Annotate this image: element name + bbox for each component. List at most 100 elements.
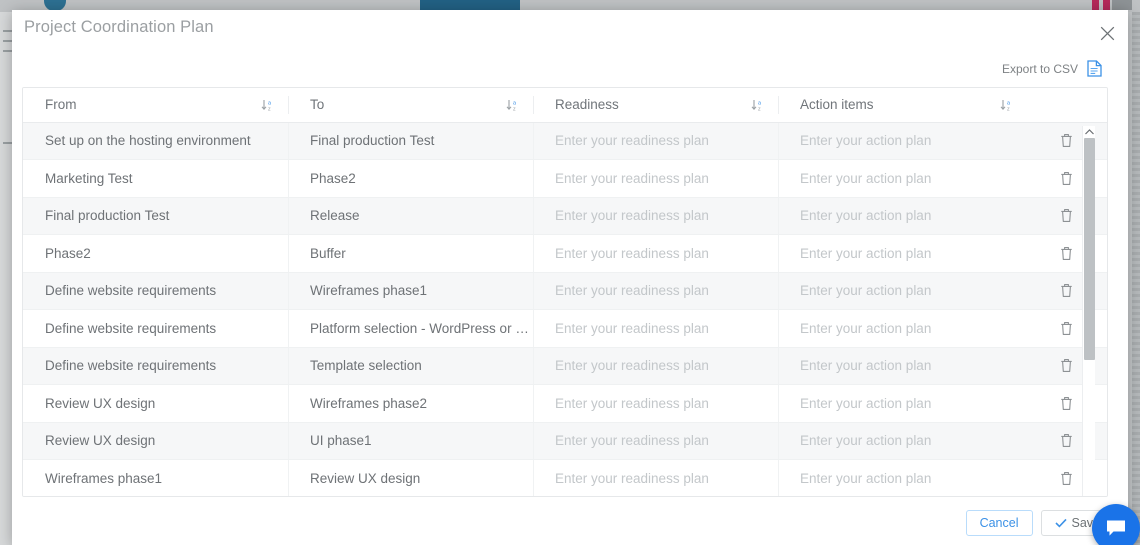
svg-text:z: z xyxy=(758,106,761,111)
cell-to: Wireframes phase1 xyxy=(288,272,533,310)
sort-az-icon[interactable]: a z xyxy=(506,98,519,112)
column-label-to: To xyxy=(310,97,325,113)
action-items-input[interactable]: Enter your action plan xyxy=(778,272,1023,310)
trash-icon[interactable] xyxy=(1053,390,1079,416)
close-icon[interactable] xyxy=(1094,20,1120,46)
trash-icon[interactable] xyxy=(1053,353,1079,379)
cell-from: Define website requirements xyxy=(23,347,288,385)
trash-icon[interactable] xyxy=(1053,278,1079,304)
table-row[interactable]: Final production Test Release Enter your r… xyxy=(23,197,1107,235)
trash-icon[interactable] xyxy=(1053,315,1079,341)
export-to-csv-button[interactable]: Export to CSV xyxy=(1002,60,1102,77)
column-header-readiness[interactable]: Readiness a z xyxy=(533,88,778,123)
coordination-table-element: From a z To a z Readiness a z Action ite… xyxy=(23,88,1107,496)
cancel-button[interactable]: Cancel xyxy=(965,510,1033,536)
table-row[interactable]: Define website requirements Wireframes ph… xyxy=(23,272,1107,310)
cell-to: Platform selection - WordPress or else xyxy=(288,309,533,348)
table-row[interactable]: Define website requirements Template sele… xyxy=(23,347,1107,385)
svg-text:a: a xyxy=(1007,100,1010,106)
trash-icon[interactable] xyxy=(1053,165,1079,191)
table-header: From a z To a z Readiness a z Action ite… xyxy=(23,88,1107,123)
svg-text:a: a xyxy=(758,100,761,106)
svg-text:z: z xyxy=(1007,106,1010,111)
readiness-input[interactable]: Enter your readiness plan xyxy=(533,234,778,273)
column-header-to[interactable]: To a z xyxy=(288,88,533,123)
action-items-input[interactable]: Enter your action plan xyxy=(778,234,1023,273)
cell-to: Phase2 xyxy=(288,159,533,198)
svg-text:z: z xyxy=(268,106,271,111)
dialog-title: Project Coordination Plan xyxy=(24,18,214,36)
readiness-input[interactable]: Enter your readiness plan xyxy=(533,459,778,496)
readiness-input[interactable]: Enter your readiness plan xyxy=(533,347,778,385)
table-header-row: From a z To a z Readiness a z Action ite… xyxy=(23,88,1107,123)
svg-text:a: a xyxy=(513,100,516,106)
scroll-up-arrow-icon[interactable] xyxy=(1083,126,1096,138)
chat-bubble-icon[interactable] xyxy=(1092,504,1140,545)
background-rail-tick xyxy=(3,50,12,52)
action-items-input[interactable]: Enter your action plan xyxy=(778,347,1023,385)
cell-to: Wireframes phase2 xyxy=(288,384,533,423)
trash-icon[interactable] xyxy=(1053,428,1079,454)
cell-to: Template selection xyxy=(288,347,533,385)
scrollbar-track[interactable] xyxy=(1083,138,1096,496)
cell-from: Define website requirements xyxy=(23,309,288,348)
column-header-action-items[interactable]: Action items a z xyxy=(778,88,1107,123)
action-items-input[interactable]: Enter your action plan xyxy=(778,459,1023,496)
action-items-input[interactable]: Enter your action plan xyxy=(778,309,1023,348)
cell-to: UI phase1 xyxy=(288,422,533,460)
cell-from: Review UX design xyxy=(23,422,288,460)
table-row[interactable]: Review UX design Wireframes phase2 Enter y… xyxy=(23,384,1107,423)
action-items-input[interactable]: Enter your action plan xyxy=(778,197,1023,235)
cell-from: Review UX design xyxy=(23,384,288,423)
trash-icon[interactable] xyxy=(1053,128,1079,154)
trash-icon[interactable] xyxy=(1053,203,1079,229)
readiness-input[interactable]: Enter your readiness plan xyxy=(533,272,778,310)
cell-from: Phase2 xyxy=(23,234,288,273)
table-row[interactable]: Phase2 Buffer Enter your readiness plan Ent… xyxy=(23,234,1107,273)
table-row[interactable]: Set up on the hosting environment Final p… xyxy=(23,122,1107,160)
table-scrollbar[interactable] xyxy=(1082,126,1096,496)
table-body: Set up on the hosting environment Final p… xyxy=(23,122,1107,496)
trash-icon[interactable] xyxy=(1053,465,1079,491)
cell-from: Final production Test xyxy=(23,197,288,235)
scrollbar-thumb[interactable] xyxy=(1084,138,1095,360)
readiness-input[interactable]: Enter your readiness plan xyxy=(533,122,778,160)
cell-from: Define website requirements xyxy=(23,272,288,310)
table-row[interactable]: Review UX design UI phase1 Enter your read… xyxy=(23,422,1107,460)
sort-az-icon[interactable]: a z xyxy=(751,98,764,112)
action-items-input[interactable]: Enter your action plan xyxy=(778,384,1023,423)
sort-az-icon[interactable]: a z xyxy=(261,98,274,112)
action-items-input[interactable]: Enter your action plan xyxy=(778,422,1023,460)
readiness-input[interactable]: Enter your readiness plan xyxy=(533,384,778,423)
readiness-input[interactable]: Enter your readiness plan xyxy=(533,422,778,460)
action-items-input[interactable]: Enter your action plan xyxy=(778,122,1023,160)
readiness-input[interactable]: Enter your readiness plan xyxy=(533,197,778,235)
cancel-button-label: Cancel xyxy=(979,516,1019,530)
background-rail-tick xyxy=(3,30,12,32)
project-coordination-plan-dialog: Project Coordination Plan Export to CSV xyxy=(12,10,1128,545)
sort-az-icon[interactable]: a z xyxy=(1000,98,1013,112)
svg-text:a: a xyxy=(268,100,271,106)
column-label-action-items: Action items xyxy=(800,97,874,113)
coordination-table: From a z To a z Readiness a z Action ite… xyxy=(22,87,1108,497)
check-icon xyxy=(1054,516,1067,531)
cell-from: Marketing Test xyxy=(23,159,288,198)
cell-to: Review UX design xyxy=(288,459,533,496)
cell-to: Release xyxy=(288,197,533,235)
readiness-input[interactable]: Enter your readiness plan xyxy=(533,309,778,348)
table-row[interactable]: Wireframes phase1 Review UX design Enter y… xyxy=(23,459,1107,496)
table-row[interactable]: Marketing Test Phase2 Enter your readiness… xyxy=(23,159,1107,198)
column-label-readiness: Readiness xyxy=(555,97,619,113)
background-rail-tick xyxy=(3,142,12,144)
column-header-from[interactable]: From a z xyxy=(23,88,288,123)
background-right-scroll-rail xyxy=(1132,12,1140,545)
background-gray-block xyxy=(1112,0,1132,10)
action-items-input[interactable]: Enter your action plan xyxy=(778,159,1023,198)
table-row[interactable]: Define website requirements Platform sele… xyxy=(23,309,1107,348)
cell-from: Set up on the hosting environment xyxy=(23,122,288,160)
trash-icon[interactable] xyxy=(1053,240,1079,266)
readiness-input[interactable]: Enter your readiness plan xyxy=(533,159,778,198)
cell-to: Final production Test xyxy=(288,122,533,160)
svg-text:z: z xyxy=(513,106,516,111)
column-label-from: From xyxy=(45,97,77,113)
